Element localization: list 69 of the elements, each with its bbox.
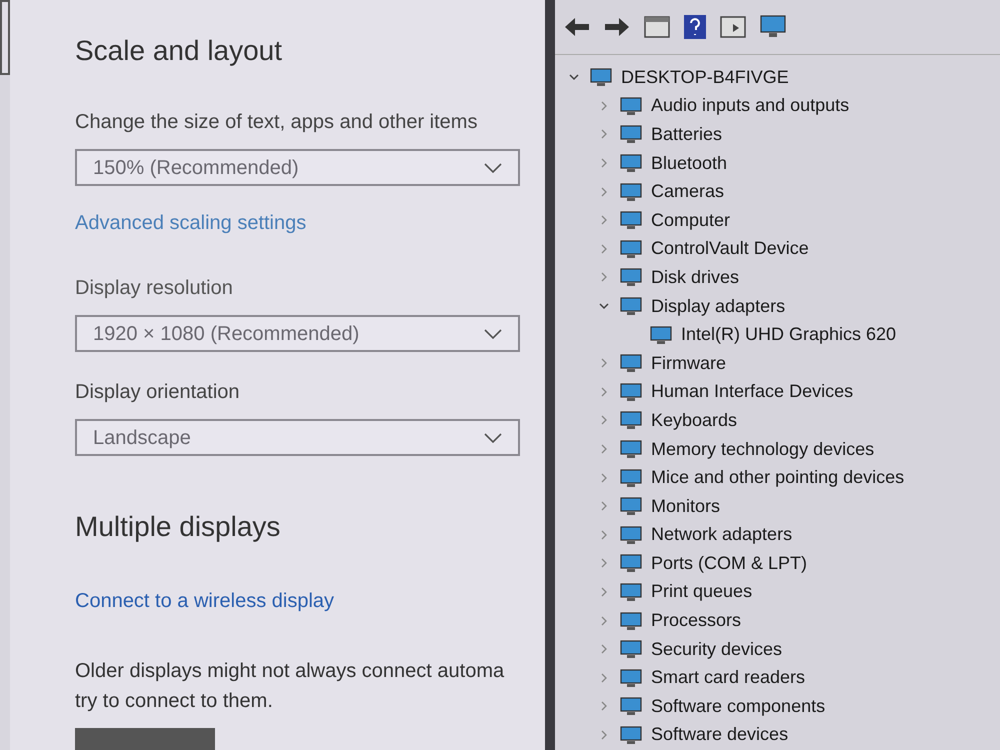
tree-item[interactable]: ControlVault Device bbox=[651, 235, 809, 262]
tree-item[interactable]: Intel(R) UHD Graphics 620 bbox=[681, 321, 896, 348]
window-icon[interactable] bbox=[643, 15, 671, 39]
chevron-down-icon bbox=[484, 328, 502, 339]
field-label: Display orientation bbox=[75, 380, 241, 406]
tree-item[interactable]: Human Interface Devices bbox=[651, 378, 854, 406]
field-label: Change the size of text, apps and other items bbox=[75, 110, 478, 135]
tree-item[interactable]: Display adapters bbox=[651, 292, 786, 320]
tree-item[interactable]: Software components bbox=[651, 692, 826, 720]
device-icon bbox=[619, 94, 643, 117]
device-icon bbox=[619, 409, 643, 432]
device-icon bbox=[619, 209, 643, 232]
device-icon bbox=[619, 580, 643, 603]
tree-item[interactable]: Audio inputs and outputs bbox=[651, 92, 850, 120]
description-text: Older displays might not always connect automa bbox=[75, 659, 506, 684]
tree-item[interactable]: Cameras bbox=[651, 178, 724, 206]
device-icon bbox=[619, 180, 643, 203]
device-icon bbox=[619, 266, 643, 288]
device-icon bbox=[649, 324, 673, 346]
dropdown[interactable]: 1920 × 1080 (Recommended) bbox=[75, 315, 520, 352]
forward-arrow-icon[interactable] bbox=[603, 16, 631, 38]
back-arrow-icon[interactable] bbox=[563, 16, 591, 38]
tree-item[interactable]: Monitors bbox=[651, 492, 720, 520]
link[interactable]: Connect to a wireless display bbox=[75, 586, 545, 616]
device-icon bbox=[619, 552, 643, 574]
device-icon bbox=[619, 295, 643, 318]
tree-item[interactable]: Network adapters bbox=[651, 521, 792, 548]
chevron-down-icon bbox=[484, 432, 502, 443]
device-icon bbox=[619, 152, 643, 174]
device-icon bbox=[619, 724, 643, 746]
field-label: Display resolution bbox=[75, 276, 234, 302]
monitor-icon[interactable] bbox=[759, 14, 787, 40]
device-icon bbox=[619, 666, 643, 689]
tree-item[interactable]: Smart card readers bbox=[651, 664, 806, 692]
device-icon bbox=[619, 380, 643, 403]
device-icon bbox=[619, 438, 643, 460]
device-icon bbox=[619, 695, 643, 718]
dropdown[interactable]: Landscape bbox=[75, 419, 520, 456]
device-icon bbox=[619, 610, 643, 632]
tree-item[interactable]: Disk drives bbox=[651, 264, 740, 291]
chevron-down-icon bbox=[484, 162, 502, 173]
device-icon bbox=[619, 638, 643, 660]
tree-item[interactable]: Memory technology devices bbox=[651, 436, 874, 463]
device-icon bbox=[619, 495, 643, 518]
tree-item[interactable]: Mice and other pointing devices bbox=[651, 464, 904, 492]
help-icon[interactable] bbox=[683, 14, 707, 40]
device-icon bbox=[589, 66, 613, 88]
device-icon bbox=[619, 524, 643, 546]
tree-item[interactable]: Security devices bbox=[651, 636, 782, 663]
tree-item[interactable]: Processors bbox=[651, 607, 742, 634]
button-edge[interactable] bbox=[0, 0, 10, 75]
description-text: try to connect to them. bbox=[75, 689, 274, 714]
tree-item[interactable]: Computer bbox=[651, 206, 730, 234]
device-icon bbox=[619, 466, 643, 489]
tree-item[interactable]: Keyboards bbox=[651, 406, 738, 434]
tree-item[interactable]: Batteries bbox=[651, 120, 722, 148]
device-icon bbox=[619, 123, 643, 146]
tree-item[interactable]: Print queues bbox=[651, 578, 752, 606]
tree-item[interactable]: Ports (COM & LPT) bbox=[651, 550, 808, 577]
section-heading: Multiple displays bbox=[75, 510, 282, 544]
tree-item[interactable]: DESKTOP-B4FIVGE bbox=[621, 64, 789, 91]
tree-item[interactable]: Bluetooth bbox=[651, 150, 728, 177]
window-icon[interactable] bbox=[719, 15, 747, 39]
device-icon bbox=[619, 238, 643, 260]
device-icon bbox=[619, 352, 643, 374]
section-heading: Scale and layout bbox=[75, 34, 284, 68]
tree-item[interactable]: Software devices bbox=[651, 721, 788, 748]
dropdown[interactable]: 150% (Recommended) bbox=[75, 149, 520, 186]
tree-item[interactable]: Firmware bbox=[651, 350, 726, 377]
